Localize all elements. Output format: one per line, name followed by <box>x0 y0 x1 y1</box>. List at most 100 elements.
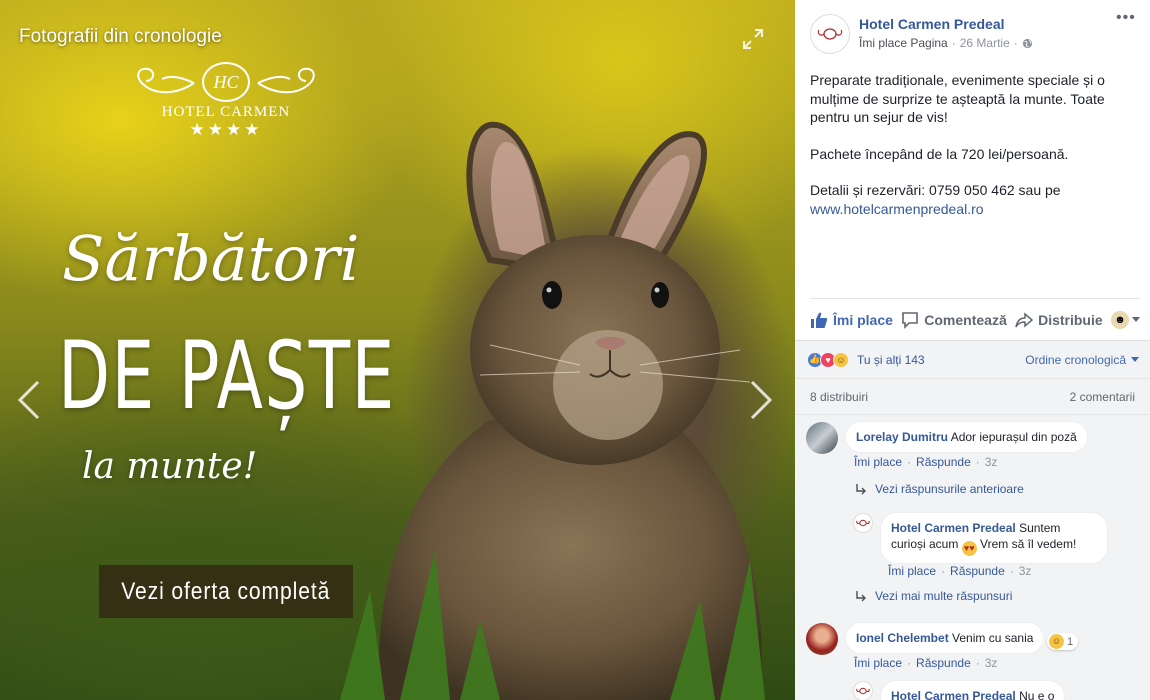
page-name-link[interactable]: Hotel Carmen Predeal <box>859 16 1033 32</box>
comment-bubble: Hotel Carmen Predeal Nu e o <box>881 681 1065 700</box>
post-header: Hotel Carmen Predeal Îmi place Pagina · … <box>810 0 1136 58</box>
user-avatar-icon: ☻ <box>1111 310 1129 329</box>
comment-bubble: Lorelay Dumitru Ador iepurașul din poză <box>846 422 1087 452</box>
haha-reaction-icon: ☺ <box>833 351 849 368</box>
promo-title-line2: DE PAȘTE <box>58 322 396 431</box>
rabbit-image <box>340 121 765 700</box>
contact-text: Detalii și rezervări: 0759 050 462 sau p… <box>810 182 1061 198</box>
comment-text: Ador iepurașul din poză <box>950 430 1077 444</box>
hotel-logo: HC HOTEL CARMEN ★★★★ <box>118 62 334 138</box>
comment: Ionel Chelembet Venim cu sania <box>806 623 1044 655</box>
view-more-replies-label: Vezi mai multe răspunsuri <box>875 589 1013 603</box>
see-full-offer-label: Vezi oferta completă <box>121 577 331 605</box>
meta-dot: · <box>1009 564 1014 578</box>
like-button[interactable]: Îmi place <box>810 311 893 329</box>
ornament-right-icon <box>257 67 315 94</box>
comment-count[interactable]: 2 comentarii <box>1070 390 1135 404</box>
photo-stage: Fotografii din cronologie HC HOTEL CARME… <box>0 0 795 700</box>
meta-separator: · <box>1013 36 1018 50</box>
comment-author[interactable]: Hotel Carmen Predeal <box>891 689 1016 700</box>
post-stats: 8 distribuiri 2 comentarii <box>795 379 1150 415</box>
comment-order-label: Ordine cronologică <box>1025 352 1126 367</box>
chevron-down-icon <box>1131 357 1139 362</box>
reaction-count[interactable]: Tu și alți 143 <box>857 353 925 367</box>
post-date[interactable]: 26 Martie <box>960 36 1010 50</box>
react-as-selector[interactable]: ☻ <box>1111 310 1140 329</box>
hotel-logo-icon <box>856 687 870 695</box>
commenter-avatar[interactable] <box>806 422 838 454</box>
comment-reply: Hotel Carmen Predeal Nu e o <box>853 681 1065 700</box>
promo-title-line1: Sărbători <box>62 222 360 295</box>
page-avatar[interactable] <box>810 14 850 54</box>
comment-author[interactable]: Hotel Carmen Predeal <box>891 521 1016 535</box>
meta-dot: · <box>975 656 980 670</box>
comment-time[interactable]: 3z <box>985 455 998 469</box>
post-paragraph-contact: Detalii și rezervări: 0759 050 462 sau p… <box>810 181 1136 218</box>
public-globe-icon[interactable] <box>1022 38 1033 49</box>
comment-reaction-badge[interactable]: ☺ 1 <box>1047 633 1079 650</box>
comment-like-link[interactable]: Îmi place <box>854 455 902 469</box>
meta-separator: · <box>951 36 956 50</box>
fullscreen-expand-icon[interactable] <box>742 28 764 50</box>
meta-dot: · <box>975 455 980 469</box>
hotel-logo-name: HOTEL CARMEN <box>161 104 291 120</box>
comment-bubble: Ionel Chelembet Venim cu sania <box>846 623 1044 653</box>
reactions-left[interactable]: 👍 ♥ ☺ Tu și alți 143 <box>807 351 925 368</box>
comment-text: Venim cu sania <box>952 631 1034 645</box>
share-label: Distribuie <box>1038 311 1103 328</box>
comment-like-link[interactable]: Îmi place <box>888 564 936 578</box>
like-page-link[interactable]: Îmi place Pagina <box>859 36 948 50</box>
see-full-offer-button[interactable]: Vezi oferta completă <box>99 565 353 618</box>
comment-like-link[interactable]: Îmi place <box>854 656 902 670</box>
comment-order-dropdown[interactable]: Ordine cronologică <box>1025 353 1139 367</box>
like-label: Îmi place <box>833 311 893 328</box>
hotel-monogram: HC <box>202 62 250 102</box>
comment-time[interactable]: 3z <box>1019 564 1032 578</box>
comment-meta: Îmi place · Răspunde · 3z <box>854 455 997 469</box>
website-link[interactable]: www.hotelcarmenpredeal.ro <box>810 201 984 217</box>
comment-reaction-count: 1 <box>1067 635 1074 648</box>
comment-icon <box>902 311 919 329</box>
share-icon <box>1015 311 1034 328</box>
share-button[interactable]: Distribuie <box>1015 311 1103 329</box>
thumbs-up-icon <box>811 312 828 328</box>
comment-label: Comentează <box>924 311 1007 328</box>
more-options-icon[interactable]: ••• <box>1116 10 1136 28</box>
chevron-down-icon <box>1132 317 1140 322</box>
view-previous-replies-label: Vezi răspunsurile anterioare <box>875 482 1024 496</box>
meta-dot: · <box>907 656 912 670</box>
promo-title-line3: la munte! <box>82 446 258 487</box>
comment-text: Vrem să îl vedem! <box>980 537 1077 551</box>
post-sidebar: Hotel Carmen Predeal Îmi place Pagina · … <box>795 0 1150 700</box>
post-actions-bar: Îmi place Comentează Distribuie ☻ <box>810 298 1140 340</box>
reply-arrow-icon <box>856 591 866 602</box>
comment-meta: Îmi place · Răspunde · 3z <box>888 564 1031 578</box>
post-text: Preparate tradiționale, evenimente speci… <box>810 71 1136 218</box>
post-meta: Îmi place Pagina · 26 Martie · <box>859 36 1033 50</box>
reaction-icons: 👍 ♥ ☺ <box>807 351 849 368</box>
post-paragraph: Preparate tradiționale, evenimente speci… <box>810 72 1105 125</box>
comment-bubble: Hotel Carmen Predeal Suntem curioși acum… <box>881 513 1107 563</box>
hotel-logo-icon <box>817 28 843 40</box>
view-previous-replies[interactable]: Vezi răspunsurile anterioare <box>855 482 1024 496</box>
comment-button[interactable]: Comentează <box>901 311 1007 329</box>
post: Hotel Carmen Predeal Îmi place Pagina · … <box>795 0 1150 218</box>
comments-section: 👍 ♥ ☺ Tu și alți 143 Ordine cronologică … <box>795 340 1150 700</box>
comment-author[interactable]: Ionel Chelembet <box>856 631 949 645</box>
commenter-avatar[interactable] <box>806 623 838 655</box>
comment: Lorelay Dumitru Ador iepurașul din poză <box>806 422 1087 454</box>
view-more-replies[interactable]: Vezi mai multe răspunsuri <box>855 589 1012 603</box>
photo-viewer: Fotografii din cronologie HC HOTEL CARME… <box>0 0 1150 700</box>
meta-dot: · <box>941 564 946 578</box>
previous-photo-arrow-icon[interactable] <box>14 378 44 422</box>
comment-time[interactable]: 3z <box>985 656 998 670</box>
page-reply-avatar[interactable] <box>853 513 873 533</box>
share-count[interactable]: 8 distribuiri <box>810 390 868 404</box>
next-photo-arrow-icon[interactable] <box>746 378 776 422</box>
comment-reply-link[interactable]: Răspunde <box>950 564 1005 578</box>
comment-reply-link[interactable]: Răspunde <box>916 455 971 469</box>
page-reply-avatar[interactable] <box>853 681 873 700</box>
comment-reply: Hotel Carmen Predeal Suntem curioși acum… <box>853 513 1107 563</box>
comment-author[interactable]: Lorelay Dumitru <box>856 430 948 444</box>
comment-reply-link[interactable]: Răspunde <box>916 656 971 670</box>
